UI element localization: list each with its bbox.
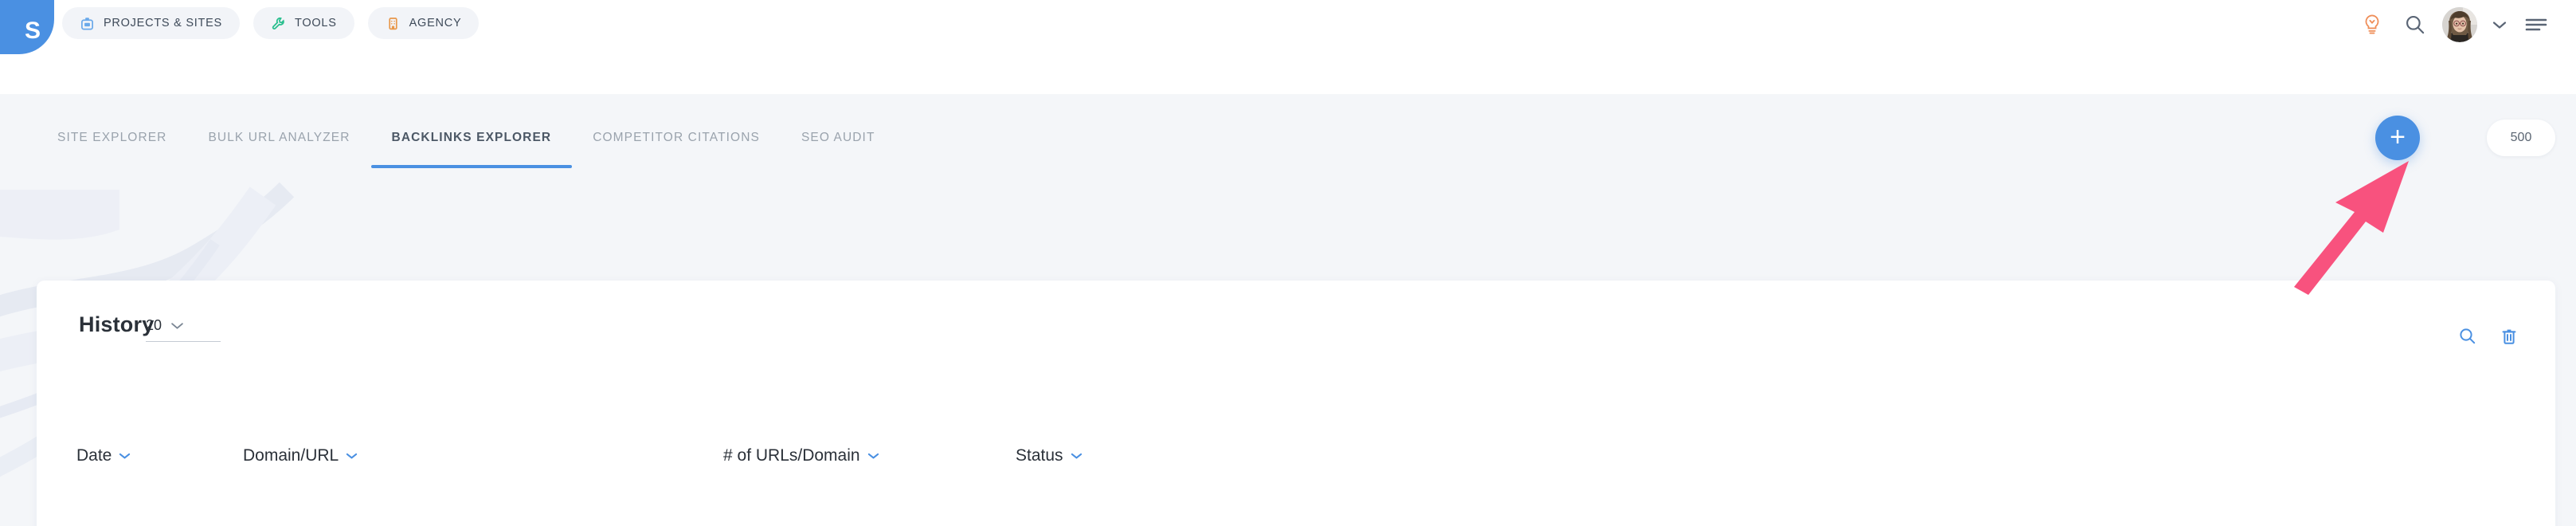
- logo-letter: S: [24, 18, 41, 44]
- sort-chevron-icon: [1071, 452, 1082, 460]
- search-icon[interactable]: [2458, 327, 2477, 346]
- plus-icon: +: [2390, 121, 2406, 152]
- trash-icon[interactable]: [2500, 327, 2519, 346]
- header-actions: [2351, 0, 2555, 94]
- history-card: History 20 Date Domain/URL # of URLs/Dom…: [37, 281, 2555, 526]
- credits-value: 500: [2510, 131, 2532, 144]
- app-logo[interactable]: S: [0, 0, 54, 54]
- tab-label: SITE EXPLORER: [57, 131, 167, 144]
- tab-bulk-url-analyzer[interactable]: BULK URL ANALYZER: [187, 94, 370, 182]
- nav-pill-label: TOOLS: [294, 17, 337, 29]
- section-tab-bar: SITE EXPLORER BULK URL ANALYZER BACKLINK…: [0, 94, 2576, 182]
- tab-site-explorer[interactable]: SITE EXPLORER: [37, 94, 187, 182]
- card-action-buttons: [2458, 327, 2519, 346]
- tab-label: COMPETITOR CITATIONS: [593, 131, 760, 144]
- wrench-icon: [271, 16, 286, 31]
- add-new-button[interactable]: +: [2375, 116, 2420, 160]
- tab-label: BULK URL ANALYZER: [208, 131, 350, 144]
- credits-badge[interactable]: 500: [2487, 120, 2555, 156]
- lightbulb-icon[interactable]: [2351, 9, 2393, 41]
- chevron-down-icon: [171, 323, 183, 329]
- tab-backlinks-explorer[interactable]: BACKLINKS EXPLORER: [370, 94, 573, 182]
- tab-list: SITE EXPLORER BULK URL ANALYZER BACKLINK…: [37, 94, 896, 182]
- hamburger-menu-icon[interactable]: [2517, 9, 2555, 41]
- search-icon[interactable]: [2393, 9, 2437, 41]
- building-icon: [386, 16, 401, 31]
- sort-chevron-icon: [119, 452, 131, 460]
- table-header-row: Date Domain/URL # of URLs/Domain Status: [37, 446, 2555, 496]
- column-label: Status: [1016, 446, 1063, 465]
- tab-competitor-citations[interactable]: COMPETITOR CITATIONS: [572, 94, 781, 182]
- column-label: Date: [76, 446, 112, 465]
- nav-pill-projects-and-sites[interactable]: PROJECTS & SITES: [62, 7, 240, 39]
- page-size-value: 20: [146, 317, 162, 333]
- column-label: Domain/URL: [243, 446, 339, 465]
- nav-pill-label: PROJECTS & SITES: [104, 17, 222, 29]
- chevron-down-icon[interactable]: [2482, 9, 2517, 41]
- app-root: S PROJECTS & SITES TOOLS AGENCY SITE EXP…: [0, 0, 2576, 526]
- nav-pill-tools[interactable]: TOOLS: [253, 7, 354, 39]
- sort-chevron-icon: [867, 452, 879, 460]
- top-header-bar: S PROJECTS & SITES TOOLS AGENCY: [0, 0, 2576, 94]
- column-label: # of URLs/Domain: [723, 446, 860, 465]
- briefcase-icon: [80, 16, 95, 31]
- sort-chevron-icon: [346, 452, 358, 460]
- tab-label: BACKLINKS EXPLORER: [391, 131, 552, 144]
- avatar[interactable]: [2437, 7, 2482, 42]
- column-header-status[interactable]: Status: [1016, 446, 1082, 465]
- column-header-date[interactable]: Date: [76, 446, 131, 465]
- tab-seo-audit[interactable]: SEO AUDIT: [781, 94, 896, 182]
- tab-label: SEO AUDIT: [801, 131, 875, 144]
- page-title: History: [79, 312, 155, 336]
- column-header-urls-per-domain[interactable]: # of URLs/Domain: [723, 446, 879, 465]
- nav-pill-agency[interactable]: AGENCY: [367, 7, 480, 39]
- avatar-portrait: [2442, 7, 2477, 42]
- primary-nav: PROJECTS & SITES TOOLS AGENCY: [62, 7, 480, 39]
- column-header-domain-url[interactable]: Domain/URL: [243, 446, 358, 465]
- avatar-image: [2442, 7, 2477, 42]
- page-size-select[interactable]: 20: [146, 317, 221, 342]
- nav-pill-label: AGENCY: [409, 17, 462, 29]
